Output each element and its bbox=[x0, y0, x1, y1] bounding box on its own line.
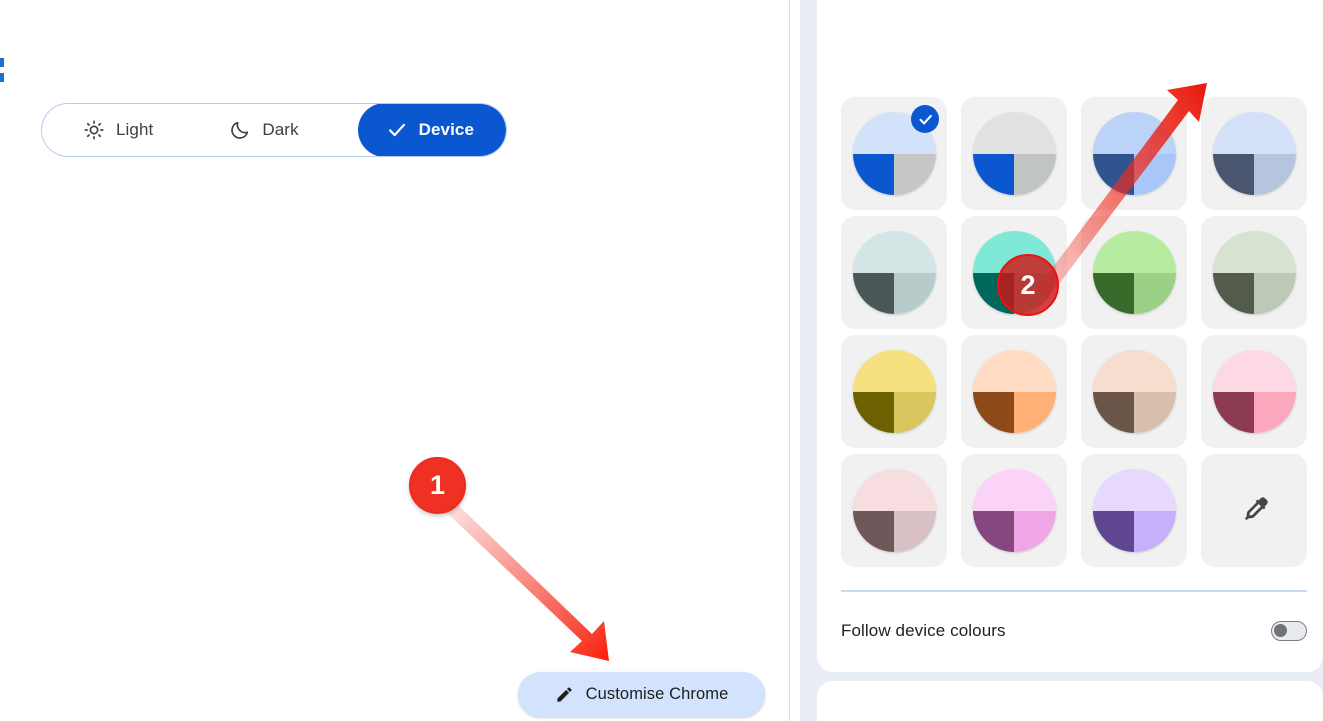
colour-swatch-grid[interactable] bbox=[841, 97, 1307, 567]
colour-swatch-brown[interactable] bbox=[1081, 335, 1187, 448]
swatch-top-half bbox=[1212, 112, 1296, 154]
swatch-bottom-left bbox=[852, 511, 894, 552]
theme-mode-device-label: Device bbox=[418, 120, 474, 139]
swatch-bottom-left bbox=[1092, 392, 1134, 433]
customise-chrome-button[interactable]: Customise Chrome bbox=[518, 672, 765, 717]
colour-swatch-yellow[interactable] bbox=[841, 335, 947, 448]
check-icon bbox=[386, 119, 408, 141]
toggle-knob bbox=[1274, 624, 1287, 637]
swatch-bottom-right bbox=[1134, 392, 1176, 433]
swatch-bottom-left bbox=[1092, 154, 1134, 195]
swatch-bottom-left bbox=[1212, 392, 1254, 433]
swatch-bottom-right bbox=[1014, 154, 1056, 195]
left-edge-fragment-bottom bbox=[0, 73, 4, 82]
custom-colour-picker-button[interactable] bbox=[1201, 454, 1307, 567]
swatch-top-half bbox=[1092, 231, 1176, 273]
colour-swatch-grey[interactable] bbox=[961, 97, 1067, 210]
theme-mode-dark-option[interactable]: Dark bbox=[193, 104, 336, 156]
follow-device-colours-label: Follow device colours bbox=[841, 621, 1006, 640]
moon-icon bbox=[229, 119, 251, 141]
swatch-bottom-left bbox=[852, 273, 894, 314]
colour-swatch-slate-blue[interactable] bbox=[1201, 97, 1307, 210]
follow-device-colours-row: Follow device colours bbox=[841, 610, 1307, 652]
colour-swatch-magenta[interactable] bbox=[961, 454, 1067, 567]
secondary-card bbox=[817, 681, 1323, 721]
swatch-bottom-left bbox=[972, 154, 1014, 195]
swatch-top-half bbox=[972, 469, 1056, 511]
swatch-circle bbox=[972, 112, 1056, 195]
swatch-top-half bbox=[1092, 469, 1176, 511]
annotation-marker-1: 1 bbox=[409, 457, 466, 514]
swatch-top-half bbox=[1212, 350, 1296, 392]
colour-swatch-pale-cyan[interactable] bbox=[841, 216, 947, 329]
theme-mode-dark-label: Dark bbox=[262, 120, 299, 139]
customise-chrome-label: Customise Chrome bbox=[585, 685, 729, 703]
colour-swatch-dusty-pink[interactable] bbox=[841, 454, 947, 567]
swatch-circle bbox=[852, 231, 936, 314]
swatch-circle bbox=[1092, 112, 1176, 195]
swatch-bottom-left bbox=[852, 392, 894, 433]
swatch-circle bbox=[1092, 469, 1176, 552]
swatch-bottom-right bbox=[1014, 511, 1056, 552]
eyedropper-icon bbox=[1239, 494, 1269, 527]
swatch-circle bbox=[852, 469, 936, 552]
swatch-bottom-right bbox=[894, 273, 936, 314]
screen-root: Customise Chrome Light Dark Device Follo… bbox=[0, 0, 1323, 721]
colour-swatch-sage[interactable] bbox=[1201, 216, 1307, 329]
swatch-circle bbox=[1212, 350, 1296, 433]
sun-icon bbox=[83, 119, 105, 141]
theme-mode-light-label: Light bbox=[116, 120, 154, 139]
swatch-bottom-left bbox=[972, 511, 1014, 552]
swatch-selected-check-icon bbox=[911, 105, 939, 133]
left-edge-fragment-top bbox=[0, 58, 4, 67]
section-divider bbox=[841, 590, 1307, 592]
swatch-top-half bbox=[852, 231, 936, 273]
theme-mode-light-option[interactable]: Light bbox=[42, 104, 193, 156]
swatch-bottom-right bbox=[1134, 273, 1176, 314]
swatch-bottom-right bbox=[1134, 154, 1176, 195]
swatch-bottom-right bbox=[1254, 392, 1296, 433]
swatch-bottom-left bbox=[972, 392, 1014, 433]
colour-swatch-green[interactable] bbox=[1081, 216, 1187, 329]
swatch-bottom-left bbox=[1212, 273, 1254, 314]
panel-divider bbox=[789, 0, 790, 721]
swatch-circle bbox=[852, 350, 936, 433]
swatch-circle bbox=[1092, 231, 1176, 314]
swatch-bottom-right bbox=[1254, 154, 1296, 195]
swatch-circle bbox=[1092, 350, 1176, 433]
swatch-top-half bbox=[972, 350, 1056, 392]
annotation-marker-2: 2 bbox=[997, 254, 1059, 316]
swatch-bottom-right bbox=[894, 392, 936, 433]
swatch-top-half bbox=[972, 112, 1056, 154]
swatch-bottom-right bbox=[894, 511, 936, 552]
colour-swatch-rose[interactable] bbox=[1201, 335, 1307, 448]
colour-swatch-blue[interactable] bbox=[841, 97, 947, 210]
swatch-bottom-left bbox=[852, 154, 894, 195]
swatch-circle bbox=[1212, 231, 1296, 314]
swatch-circle bbox=[1212, 112, 1296, 195]
follow-device-colours-toggle[interactable] bbox=[1271, 621, 1307, 641]
swatch-top-half bbox=[852, 469, 936, 511]
theme-mode-device-option[interactable]: Device bbox=[357, 104, 506, 156]
colour-swatch-purple[interactable] bbox=[1081, 454, 1187, 567]
theme-mode-selector[interactable]: Light Dark Device bbox=[41, 103, 507, 157]
swatch-top-half bbox=[1212, 231, 1296, 273]
swatch-top-half bbox=[852, 350, 936, 392]
annotation-marker-1-number: 1 bbox=[429, 470, 446, 500]
swatch-bottom-right bbox=[894, 154, 936, 195]
swatch-bottom-left bbox=[1092, 511, 1134, 552]
annotation-marker-2-number: 2 bbox=[1020, 269, 1036, 300]
colour-swatch-indigo[interactable] bbox=[1081, 97, 1187, 210]
swatch-bottom-right bbox=[1014, 392, 1056, 433]
swatch-top-half bbox=[1092, 350, 1176, 392]
swatch-circle bbox=[972, 469, 1056, 552]
pencil-icon bbox=[555, 685, 574, 704]
swatch-bottom-left bbox=[1092, 273, 1134, 314]
swatch-bottom-right bbox=[1254, 273, 1296, 314]
swatch-bottom-left bbox=[1212, 154, 1254, 195]
swatch-circle bbox=[972, 350, 1056, 433]
colour-swatch-orange[interactable] bbox=[961, 335, 1067, 448]
swatch-top-half bbox=[1092, 112, 1176, 154]
swatch-bottom-right bbox=[1134, 511, 1176, 552]
